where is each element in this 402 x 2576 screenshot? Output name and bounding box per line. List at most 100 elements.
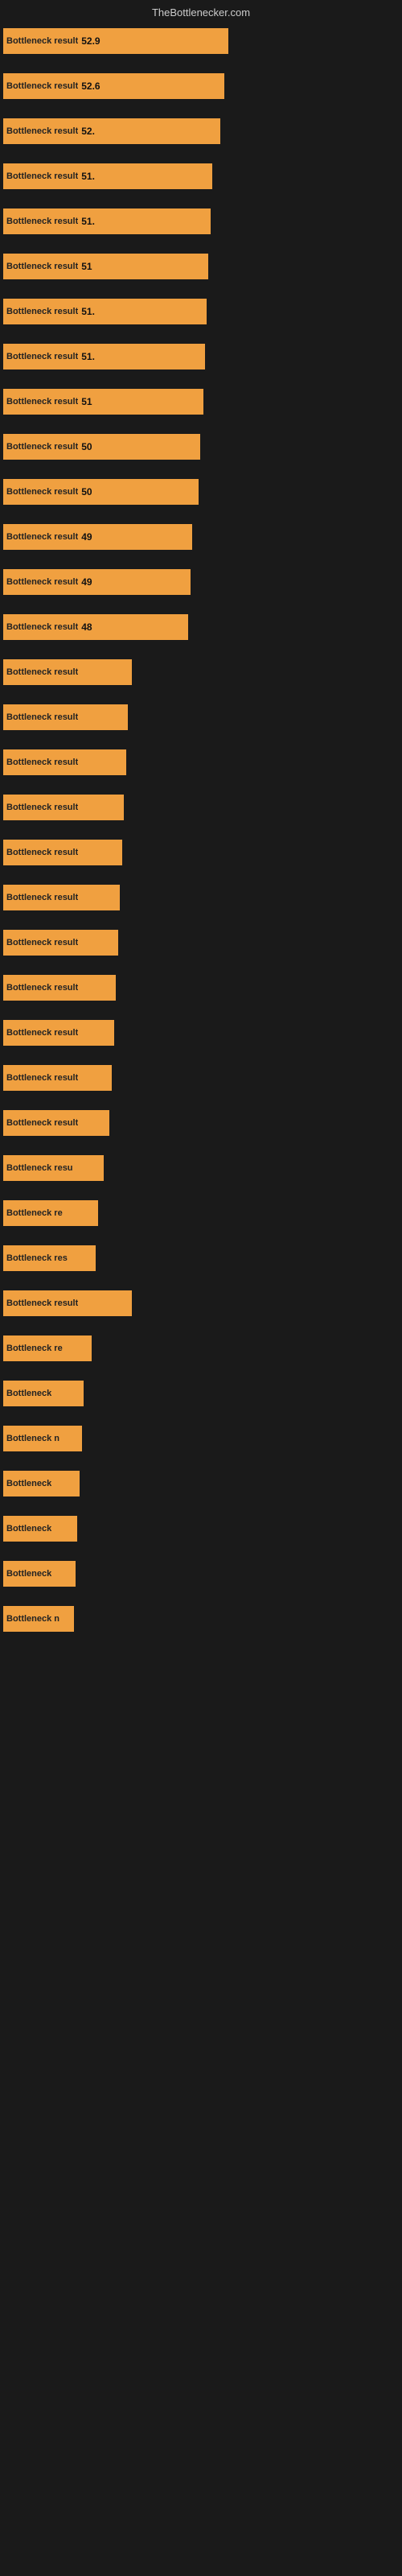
bar-17: Bottleneck result [3,795,124,820]
bar-10: Bottleneck result50 [3,479,199,505]
bar-label-23: Bottleneck result [3,1073,78,1083]
bar-31: Bottleneck n [3,1426,82,1451]
bar-label-7: Bottleneck result [3,352,78,361]
bar-value-4: 51. [78,216,95,227]
list-item: Bottleneck n [3,1604,399,1633]
bar-label-10: Bottleneck result [3,487,78,497]
list-item: Bottleneck [3,1469,399,1498]
bar-label-19: Bottleneck result [3,893,78,902]
bar-label-14: Bottleneck result [3,667,78,677]
list-item: Bottleneck result [3,658,399,687]
bar-label-28: Bottleneck result [3,1298,78,1308]
bar-20: Bottleneck result [3,930,118,956]
bar-label-24: Bottleneck result [3,1118,78,1128]
list-item: Bottleneck res [3,1244,399,1273]
bar-23: Bottleneck result [3,1065,112,1091]
bar-16: Bottleneck result [3,749,126,775]
list-item: Bottleneck result50 [3,477,399,506]
list-item: Bottleneck re [3,1334,399,1363]
list-item: Bottleneck result50 [3,432,399,461]
bar-21: Bottleneck result [3,975,116,1001]
bar-0: Bottleneck result52.9 [3,28,228,54]
bar-3: Bottleneck result51. [3,163,212,189]
bar-30: Bottleneck [3,1381,84,1406]
bar-24: Bottleneck result [3,1110,109,1136]
list-item: Bottleneck result51 [3,387,399,416]
list-item: Bottleneck [3,1559,399,1588]
list-item: Bottleneck result49 [3,568,399,597]
bar-15: Bottleneck result [3,704,128,730]
bar-14: Bottleneck result [3,659,132,685]
bar-value-1: 52.6 [78,80,100,92]
list-item: Bottleneck result49 [3,522,399,551]
bar-9: Bottleneck result50 [3,434,200,460]
list-item: Bottleneck result [3,793,399,822]
bar-value-0: 52.9 [78,35,100,47]
bar-label-21: Bottleneck result [3,983,78,993]
bar-label-32: Bottleneck [3,1479,51,1488]
bar-value-9: 50 [78,441,92,452]
bar-value-6: 51. [78,306,95,317]
bar-value-5: 51 [78,261,92,272]
bar-22: Bottleneck result [3,1020,114,1046]
list-item: Bottleneck result [3,883,399,912]
bar-29: Bottleneck re [3,1335,92,1361]
list-item: Bottleneck result [3,1289,399,1318]
list-item: Bottleneck result51. [3,207,399,236]
bar-26: Bottleneck re [3,1200,98,1226]
bar-11: Bottleneck result49 [3,524,192,550]
site-header: TheBottlenecker.com [0,0,402,22]
list-item: Bottleneck result51 [3,252,399,281]
list-item: Bottleneck result48 [3,613,399,642]
list-item: Bottleneck result51. [3,297,399,326]
list-item: Bottleneck result52.6 [3,72,399,101]
bar-label-31: Bottleneck n [3,1434,59,1443]
bar-label-27: Bottleneck res [3,1253,68,1263]
bar-label-17: Bottleneck result [3,803,78,812]
bar-25: Bottleneck resu [3,1155,104,1181]
bar-label-6: Bottleneck result [3,307,78,316]
site-title: TheBottlenecker.com [152,6,250,19]
bar-32: Bottleneck [3,1471,80,1496]
list-item: Bottleneck result [3,838,399,867]
list-item: Bottleneck [3,1379,399,1408]
bar-label-20: Bottleneck result [3,938,78,947]
bar-8: Bottleneck result51 [3,389,203,415]
bar-value-7: 51. [78,351,95,362]
bar-label-16: Bottleneck result [3,758,78,767]
bar-label-0: Bottleneck result [3,36,78,46]
list-item: Bottleneck resu [3,1154,399,1183]
bar-6: Bottleneck result51. [3,299,207,324]
list-item: Bottleneck result [3,973,399,1002]
bar-28: Bottleneck result [3,1290,132,1316]
bar-label-8: Bottleneck result [3,397,78,407]
bar-18: Bottleneck result [3,840,122,865]
bar-2: Bottleneck result52. [3,118,220,144]
list-item: Bottleneck result [3,703,399,732]
bar-5: Bottleneck result51 [3,254,208,279]
list-item: Bottleneck result51. [3,162,399,191]
bar-label-29: Bottleneck re [3,1344,63,1353]
list-item: Bottleneck result [3,748,399,777]
bar-label-34: Bottleneck [3,1569,51,1579]
bar-13: Bottleneck result48 [3,614,188,640]
bar-label-33: Bottleneck [3,1524,51,1534]
bar-4: Bottleneck result51. [3,208,211,234]
list-item: Bottleneck result52. [3,117,399,146]
bar-1: Bottleneck result52.6 [3,73,224,99]
bar-value-10: 50 [78,486,92,497]
list-item: Bottleneck result [3,1063,399,1092]
bar-35: Bottleneck n [3,1606,74,1632]
bar-label-5: Bottleneck result [3,262,78,271]
bar-value-2: 52. [78,126,95,137]
list-item: Bottleneck result52.9 [3,27,399,56]
bar-label-2: Bottleneck result [3,126,78,136]
list-item: Bottleneck result [3,1108,399,1137]
bar-label-12: Bottleneck result [3,577,78,587]
bar-label-35: Bottleneck n [3,1614,59,1624]
bar-value-3: 51. [78,171,95,182]
bar-label-30: Bottleneck [3,1389,51,1398]
bars-list: Bottleneck result52.9Bottleneck result52… [0,27,402,1645]
list-item: Bottleneck n [3,1424,399,1453]
list-item: Bottleneck [3,1514,399,1543]
